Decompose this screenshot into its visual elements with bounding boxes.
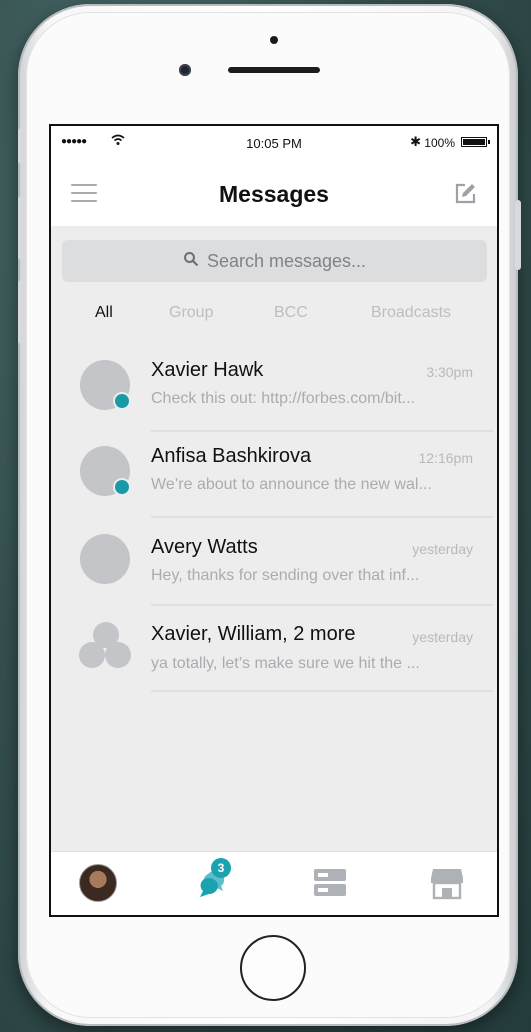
tab-bar: 3 [51, 851, 497, 915]
online-status-dot [113, 478, 131, 496]
online-status-dot [113, 392, 131, 410]
server-icon[interactable] [313, 868, 347, 903]
storefront-icon[interactable] [430, 866, 464, 905]
status-bar: ●●●●● 10:05 PM ✱ 100% [51, 126, 497, 160]
volume-up-button [18, 196, 24, 260]
row-divider [151, 690, 493, 692]
front-camera [179, 64, 191, 76]
earpiece-speaker [228, 67, 320, 73]
conversation-time: 12:16pm [418, 450, 473, 466]
conversation-preview: We’re about to announce the new wal... [151, 476, 432, 493]
battery-icon [461, 137, 490, 147]
search-input[interactable]: Search messages... [62, 240, 487, 282]
conversation-row[interactable]: Xavier, William, 2 more yesterday ya tot… [51, 606, 497, 692]
app-screen: ●●●●● 10:05 PM ✱ 100% Messages Search me… [49, 124, 499, 917]
filter-tabs: All Group BCC Broadcasts [51, 302, 497, 330]
chat-bubbles-icon[interactable]: 3 [194, 858, 231, 905]
power-button [515, 200, 521, 270]
bluetooth-icon: ✱ [410, 134, 421, 149]
tab-all[interactable]: All [95, 304, 113, 322]
conversation-row[interactable]: Xavier Hawk 3:30pm Check this out: http:… [51, 346, 497, 432]
conversation-row[interactable]: Avery Watts yesterday Hey, thanks for se… [51, 518, 497, 606]
proximity-sensor [270, 36, 278, 44]
conversation-time: 3:30pm [426, 364, 473, 380]
conversation-name: Xavier Hawk [151, 359, 264, 381]
tab-group[interactable]: Group [169, 304, 213, 322]
conversation-name: Avery Watts [151, 536, 258, 558]
conversation-time: yesterday [412, 629, 473, 645]
tab-bcc[interactable]: BCC [274, 304, 308, 322]
mute-switch [18, 128, 24, 164]
conversation-name: Xavier, William, 2 more [151, 623, 356, 645]
group-avatar [79, 622, 135, 678]
conversation-time: yesterday [412, 541, 473, 557]
conversation-row[interactable]: Anfisa Bashkirova 12:16pm We’re about to… [51, 432, 497, 518]
conversation-preview: Hey, thanks for sending over that inf... [151, 567, 420, 584]
search-icon [183, 251, 199, 272]
compose-icon[interactable] [453, 182, 477, 211]
profile-avatar[interactable] [79, 864, 117, 902]
nav-bar: Messages [51, 160, 497, 226]
conversation-name: Anfisa Bashkirova [151, 445, 312, 467]
volume-down-button [18, 280, 24, 344]
avatar [80, 534, 130, 584]
search-placeholder: Search messages... [206, 250, 367, 271]
battery-percent: 100% [424, 136, 455, 150]
unread-badge: 3 [211, 858, 231, 878]
conversation-preview: Check this out: http://forbes.com/bit... [151, 390, 416, 407]
tab-broadcasts[interactable]: Broadcasts [371, 304, 451, 322]
home-button[interactable] [240, 935, 306, 1001]
page-title: Messages [219, 181, 329, 207]
conversation-preview: ya totally, let’s make sure we hit the .… [151, 655, 420, 672]
